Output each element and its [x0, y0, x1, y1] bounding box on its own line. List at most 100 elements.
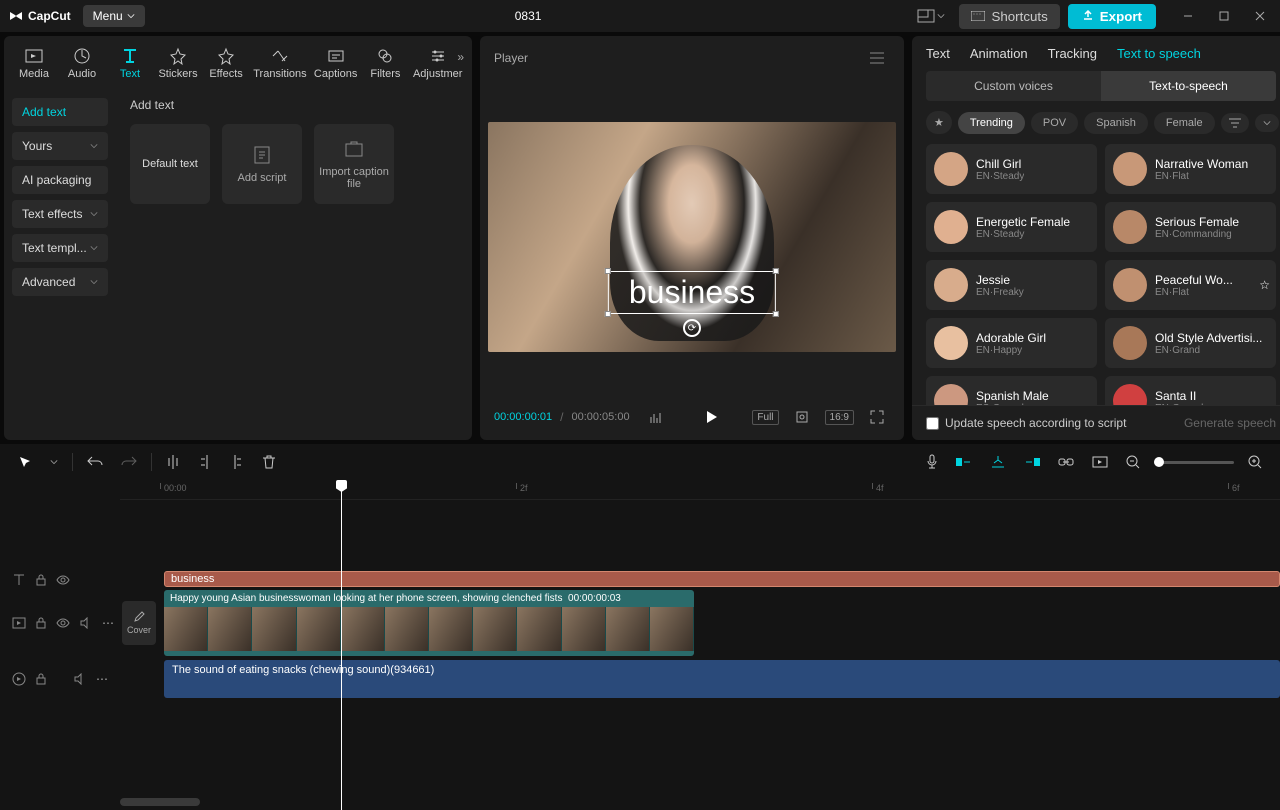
magnet-right-icon[interactable] [1020, 452, 1044, 472]
magnet-icon[interactable] [986, 451, 1010, 473]
ratio-button[interactable]: 16:9 [825, 410, 854, 425]
voice-avatar [934, 152, 968, 186]
tool-tab-effects[interactable]: Effects [204, 42, 248, 84]
sidebar-item-text-templ-[interactable]: Text templ... [12, 234, 108, 262]
select-dropdown-icon[interactable] [46, 454, 62, 470]
voice-avatar [934, 384, 968, 405]
text-overlay[interactable]: business [608, 271, 776, 314]
link-icon[interactable] [1054, 452, 1078, 472]
undo-button[interactable] [83, 451, 107, 473]
video-preview[interactable]: business ⟳ [488, 122, 896, 352]
magnet-left-icon[interactable] [952, 452, 976, 472]
card-add-script[interactable]: Add script [222, 124, 302, 204]
lock-icon[interactable] [36, 673, 46, 685]
tool-tab-transitions[interactable]: Transitions [252, 42, 308, 84]
split-right-icon[interactable] [226, 451, 248, 473]
right-tab-text-to-speech[interactable]: Text to speech [1117, 46, 1201, 61]
star-icon[interactable]: ☆ [1259, 278, 1270, 292]
close-button[interactable] [1248, 6, 1272, 26]
voice-peaceful-wo-[interactable]: Peaceful Wo...EN·Flat☆ [1105, 260, 1276, 310]
sub-tab-text-to-speech[interactable]: Text-to-speech [1101, 71, 1276, 101]
export-button[interactable]: Export [1068, 4, 1156, 29]
mute-icon[interactable] [80, 617, 92, 629]
timeline-scrollbar[interactable] [120, 798, 1270, 806]
voice-santa-ii[interactable]: Santa IIEN·Casual [1105, 376, 1276, 405]
sub-tab-custom-voices[interactable]: Custom voices [926, 71, 1101, 101]
voice-narrative-woman[interactable]: Narrative WomanEN·Flat [1105, 144, 1276, 194]
tool-tab-stickers[interactable]: Stickers [156, 42, 200, 84]
shortcuts-button[interactable]: Shortcuts [959, 4, 1059, 29]
play-button[interactable] [703, 409, 719, 425]
update-speech-checkbox[interactable]: Update speech according to script [926, 416, 1126, 430]
timeline-ruler[interactable]: 00:002f4f6f [120, 480, 1280, 500]
sort-filter-icon[interactable] [1221, 113, 1249, 133]
video-clip[interactable]: Happy young Asian businesswoman looking … [164, 590, 694, 656]
mute-icon[interactable] [74, 673, 86, 685]
more-filter-icon[interactable] [1255, 114, 1279, 132]
tool-tab-media[interactable]: Media [12, 42, 56, 84]
playhead[interactable] [341, 480, 342, 810]
delete-icon[interactable] [258, 451, 280, 473]
select-tool-icon[interactable] [14, 451, 36, 473]
chevron-down-icon [90, 244, 98, 252]
lock-icon[interactable] [36, 574, 46, 586]
lock-icon[interactable] [36, 617, 46, 629]
voice-spanish-male[interactable]: Spanish MaleES·Casual [926, 376, 1097, 405]
tool-tab-adjustmer[interactable]: Adjustmer [411, 42, 464, 84]
voice-adorable-girl[interactable]: Adorable GirlEN·Happy [926, 318, 1097, 368]
right-tab-animation[interactable]: Animation [970, 46, 1028, 61]
voice-chill-girl[interactable]: Chill GirlEN·Steady [926, 144, 1097, 194]
zoom-in-icon[interactable] [1244, 451, 1266, 473]
visibility-icon[interactable] [56, 575, 70, 585]
titlebar: CapCut Menu 0831 Shortcuts Export [0, 0, 1280, 32]
zoom-out-icon[interactable] [1122, 451, 1144, 473]
maximize-button[interactable] [1212, 6, 1236, 26]
preview-icon[interactable] [1088, 452, 1112, 472]
redo-button[interactable] [117, 451, 141, 473]
mic-icon[interactable] [922, 450, 942, 474]
tool-tab-filters[interactable]: Filters [363, 42, 407, 84]
track-more-icon[interactable]: ⋯ [102, 616, 114, 630]
track-more-icon[interactable]: ⋯ [96, 672, 108, 686]
tool-tab-audio[interactable]: Audio [60, 42, 104, 84]
card-default-text[interactable]: Default text [130, 124, 210, 204]
right-tab-text[interactable]: Text [926, 46, 950, 61]
card-import-caption-file[interactable]: Import caption file [314, 124, 394, 204]
audio-levels-icon[interactable] [644, 407, 670, 427]
sidebar-item-advanced[interactable]: Advanced [12, 268, 108, 296]
filter-spanish[interactable]: Spanish [1084, 112, 1148, 134]
sidebar-item-add-text[interactable]: Add text [12, 98, 108, 126]
rotate-handle-icon[interactable]: ⟳ [683, 319, 701, 337]
tool-tab-captions[interactable]: Captions [312, 42, 360, 84]
filter-trending[interactable]: Trending [958, 112, 1025, 134]
layout-button[interactable] [911, 5, 951, 27]
filter-pov[interactable]: POV [1031, 112, 1078, 134]
sidebar-item-ai-packaging[interactable]: AI packaging [12, 166, 108, 194]
fullscreen-icon[interactable] [864, 406, 890, 428]
zoom-slider[interactable] [1154, 461, 1234, 464]
right-tab-tracking[interactable]: Tracking [1048, 46, 1097, 61]
menu-button[interactable]: Menu [83, 5, 145, 27]
voice-avatar [1113, 326, 1147, 360]
text-clip[interactable]: business [164, 571, 1280, 587]
filter-female[interactable]: Female [1154, 112, 1215, 134]
split-left-icon[interactable] [194, 451, 216, 473]
visibility-icon[interactable] [56, 618, 70, 628]
cover-button[interactable]: Cover [122, 601, 156, 645]
player-menu-icon[interactable] [864, 48, 890, 68]
favorites-filter[interactable]: ★ [926, 111, 952, 134]
sidebar-item-text-effects[interactable]: Text effects [12, 200, 108, 228]
sidebar-item-yours[interactable]: Yours [12, 132, 108, 160]
voice-jessie[interactable]: JessieEN·Freaky [926, 260, 1097, 310]
audio-clip[interactable]: The sound of eating snacks (chewing soun… [164, 660, 1280, 698]
voice-serious-female[interactable]: Serious FemaleEN·Commanding [1105, 202, 1276, 252]
voice-energetic-female[interactable]: Energetic FemaleEN·Steady [926, 202, 1097, 252]
more-tabs-icon[interactable]: » [457, 50, 464, 64]
generate-speech-button[interactable]: Generate speech [1184, 416, 1276, 430]
voice-old-style-advertisi-[interactable]: Old Style Advertisi...EN·Grand [1105, 318, 1276, 368]
tool-tab-text[interactable]: Text [108, 42, 152, 84]
crop-icon[interactable] [789, 406, 815, 428]
full-button[interactable]: Full [752, 410, 778, 425]
split-icon[interactable] [162, 451, 184, 473]
minimize-button[interactable] [1176, 6, 1200, 26]
